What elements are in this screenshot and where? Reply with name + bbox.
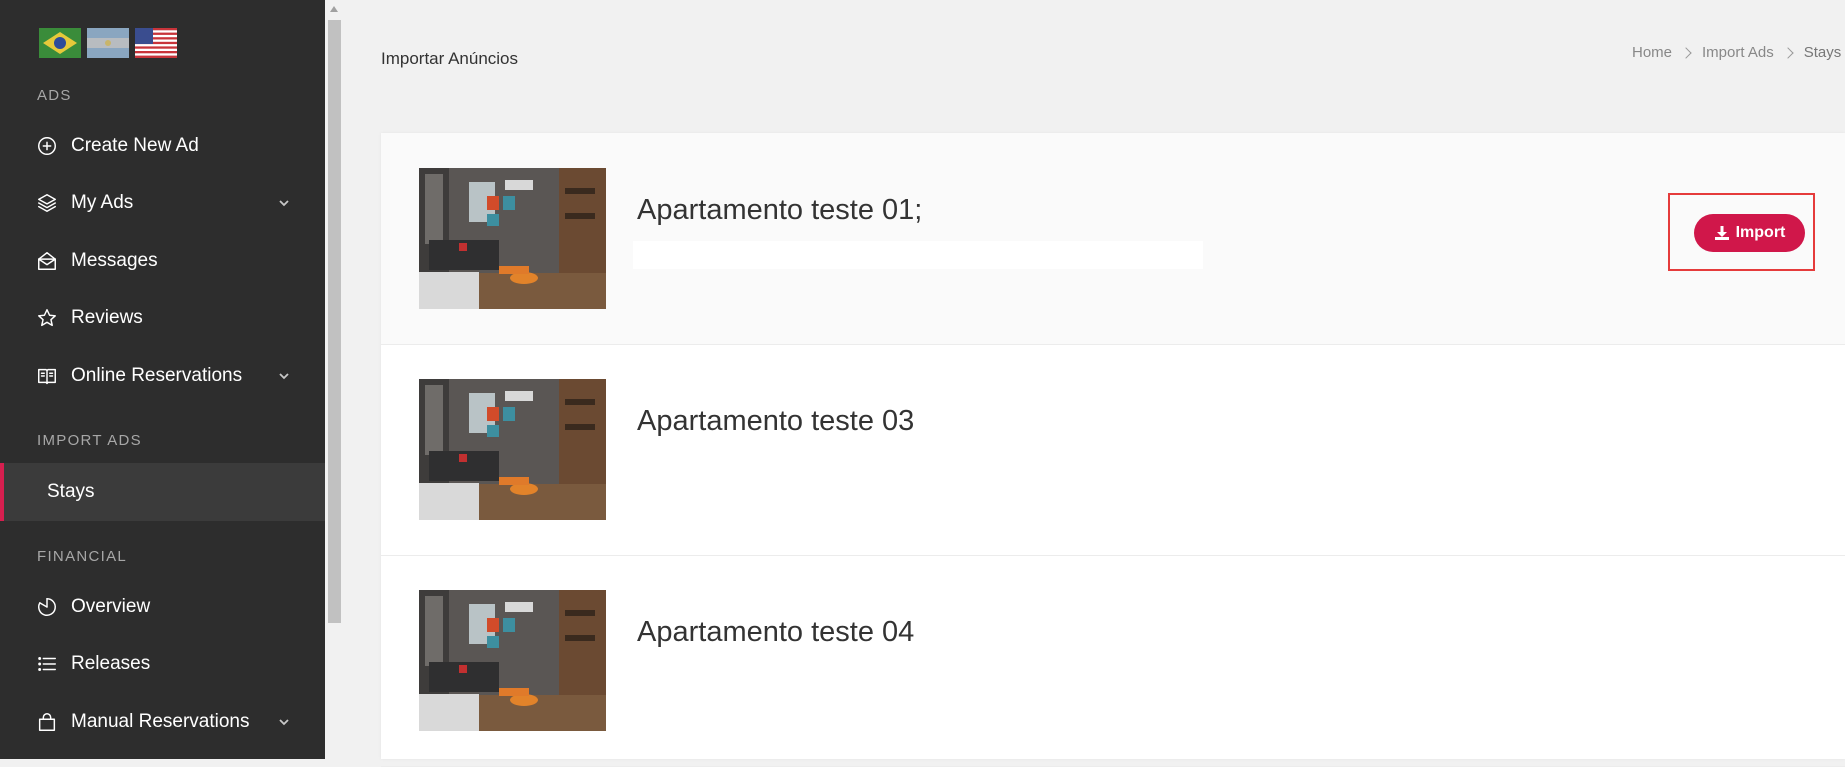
sidebar-item-overview[interactable]: Overview bbox=[0, 582, 325, 632]
import-button[interactable]: Import bbox=[1694, 214, 1805, 252]
listing-thumbnail bbox=[419, 168, 606, 309]
active-indicator bbox=[0, 463, 4, 521]
book-icon bbox=[36, 365, 58, 387]
listing-thumbnail bbox=[419, 379, 606, 520]
star-icon bbox=[36, 307, 58, 329]
sidebar-item-label: Manual Reservations bbox=[71, 711, 250, 732]
chevron-down-icon bbox=[277, 715, 291, 729]
language-flags bbox=[39, 28, 177, 58]
section-label-import-ads: IMPORT ADS bbox=[37, 432, 142, 449]
list-item: Apartamento teste 01; Import bbox=[381, 133, 1845, 345]
chevron-down-icon bbox=[277, 369, 291, 383]
section-label-financial: FINANCIAL bbox=[37, 548, 128, 565]
sidebar-item-messages[interactable]: Messages bbox=[0, 236, 325, 286]
listing-subtitle-placeholder bbox=[633, 241, 1203, 269]
sidebar-item-online-reservations[interactable]: Online Reservations bbox=[0, 351, 325, 401]
sidebar-item-label: Reviews bbox=[71, 307, 143, 328]
sidebar-item-create-new-ad[interactable]: Create New Ad bbox=[0, 121, 325, 171]
listing-title: Apartamento teste 03 bbox=[637, 405, 915, 437]
chevron-right-icon bbox=[1680, 46, 1692, 59]
breadcrumb-current: Stays bbox=[1803, 44, 1842, 61]
page-title: Importar Anúncios bbox=[381, 49, 519, 68]
list-item: Apartamento teste 03 bbox=[381, 344, 1845, 556]
listings-card: Apartamento teste 01; Import Apartamento… bbox=[381, 133, 1845, 767]
chevron-right-icon bbox=[1782, 46, 1794, 59]
sidebar-item-my-ads[interactable]: My Ads bbox=[0, 178, 325, 228]
sidebar-item-label: Releases bbox=[71, 653, 151, 674]
breadcrumb: Home Import Ads Stays bbox=[1632, 44, 1841, 61]
sidebar-item-label: Create New Ad bbox=[71, 135, 199, 156]
sidebar-item-label: Stays bbox=[47, 481, 95, 502]
listing-title: Apartamento teste 04 bbox=[637, 616, 915, 648]
usa-flag[interactable] bbox=[135, 28, 177, 58]
envelope-open-icon bbox=[36, 250, 58, 272]
sidebar-item-label: Overview bbox=[71, 596, 151, 617]
import-button-label: Import bbox=[1735, 224, 1786, 241]
sidebar-scrollbar[interactable] bbox=[325, 0, 344, 759]
shopping-bag-icon bbox=[36, 711, 58, 733]
sidebar-item-manual-reservations[interactable]: Manual Reservations bbox=[0, 697, 325, 747]
list-icon bbox=[36, 653, 58, 675]
listing-thumbnail bbox=[419, 590, 606, 731]
scrollbar-thumb[interactable] bbox=[328, 20, 341, 623]
sidebar-item-releases[interactable]: Releases bbox=[0, 639, 325, 689]
section-label-ads: ADS bbox=[37, 87, 72, 104]
pie-chart-icon bbox=[36, 596, 58, 618]
plus-circle-icon bbox=[36, 135, 58, 157]
sidebar-item-reviews[interactable]: Reviews bbox=[0, 293, 325, 343]
sidebar-item-stays[interactable]: Stays bbox=[0, 463, 325, 521]
list-item: Apartamento teste 04 bbox=[381, 555, 1845, 767]
download-icon bbox=[1714, 226, 1729, 240]
sidebar-item-label: Online Reservations bbox=[71, 365, 243, 386]
scroll-up-arrow-icon[interactable] bbox=[330, 6, 338, 12]
sidebar: ADS Create New Ad My Ads Messages Review… bbox=[0, 0, 325, 759]
chevron-down-icon bbox=[277, 196, 291, 210]
brazil-flag[interactable] bbox=[39, 28, 81, 58]
breadcrumb-home[interactable]: Home bbox=[1632, 44, 1672, 61]
sidebar-item-label: My Ads bbox=[71, 192, 134, 213]
breadcrumb-import-ads[interactable]: Import Ads bbox=[1702, 44, 1774, 61]
listing-title: Apartamento teste 01; bbox=[637, 194, 923, 226]
sidebar-item-label: Messages bbox=[71, 250, 158, 271]
argentina-flag[interactable] bbox=[87, 28, 129, 58]
layers-icon bbox=[36, 192, 58, 214]
